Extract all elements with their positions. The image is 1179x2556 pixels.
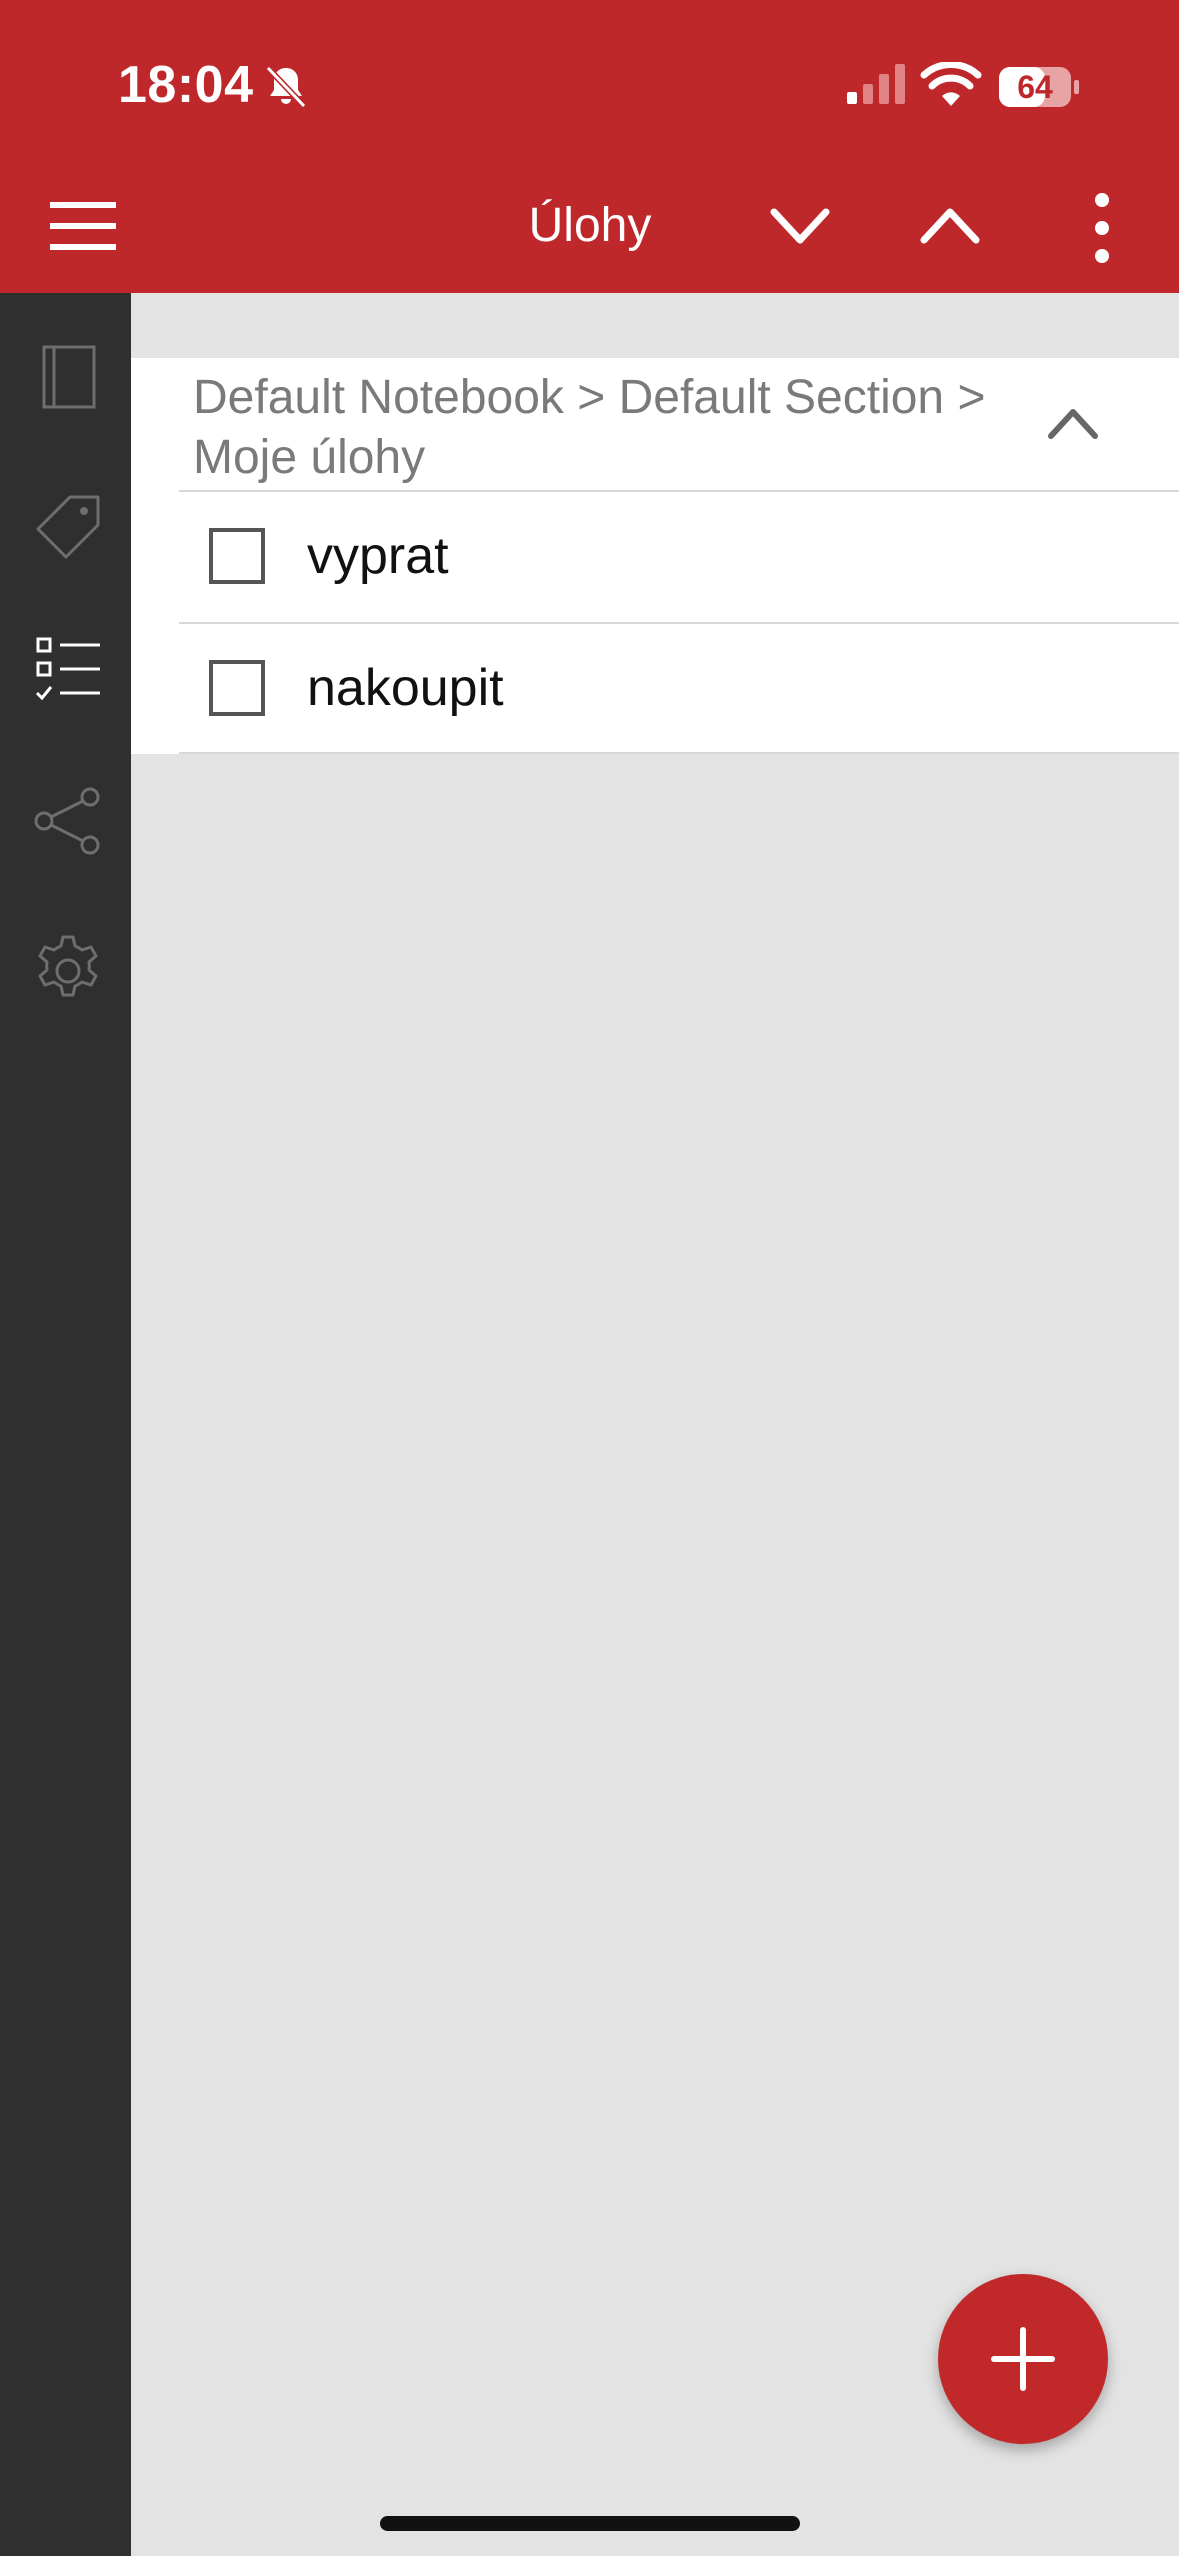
chevron-up-icon[interactable] (1043, 398, 1103, 448)
share-icon[interactable] (30, 783, 106, 859)
notebook-icon[interactable] (30, 339, 106, 415)
chevron-down-icon[interactable] (768, 196, 832, 256)
breadcrumb: Default Notebook > Default Section > Moj… (193, 371, 986, 484)
sidebar (0, 293, 131, 2556)
task-checkbox[interactable] (209, 528, 265, 584)
task-list-card: Default Notebook > Default Section > Moj… (131, 358, 1179, 754)
task-checkbox[interactable] (209, 660, 265, 716)
task-label: nakoupit (307, 659, 504, 717)
checklist-icon[interactable] (30, 633, 106, 709)
app-root: 18:04 64 Úlohy Default Notebook > Defaul… (0, 0, 1179, 2556)
tag-icon[interactable] (30, 489, 106, 565)
task-row[interactable]: nakoupit (179, 624, 1179, 754)
signal-icon (847, 64, 905, 104)
plus-icon (991, 2327, 1055, 2391)
top-bar: 18:04 64 Úlohy (0, 0, 1179, 293)
gear-icon[interactable] (30, 933, 106, 1009)
bell-muted-icon (265, 65, 307, 109)
hamburger-icon[interactable] (48, 196, 120, 256)
task-label: vyprat (307, 527, 449, 585)
page-title: Úlohy (528, 199, 652, 252)
status-time: 18:04 (118, 56, 254, 114)
more-vertical-icon[interactable] (1080, 188, 1124, 268)
chevron-up-icon[interactable] (918, 196, 982, 256)
task-row[interactable]: vyprat (179, 492, 1179, 622)
home-indicator[interactable] (380, 2516, 800, 2531)
divider (179, 752, 1179, 754)
battery-level: 64 (1017, 69, 1053, 105)
add-task-button[interactable] (938, 2274, 1108, 2444)
wifi-icon (920, 62, 982, 106)
